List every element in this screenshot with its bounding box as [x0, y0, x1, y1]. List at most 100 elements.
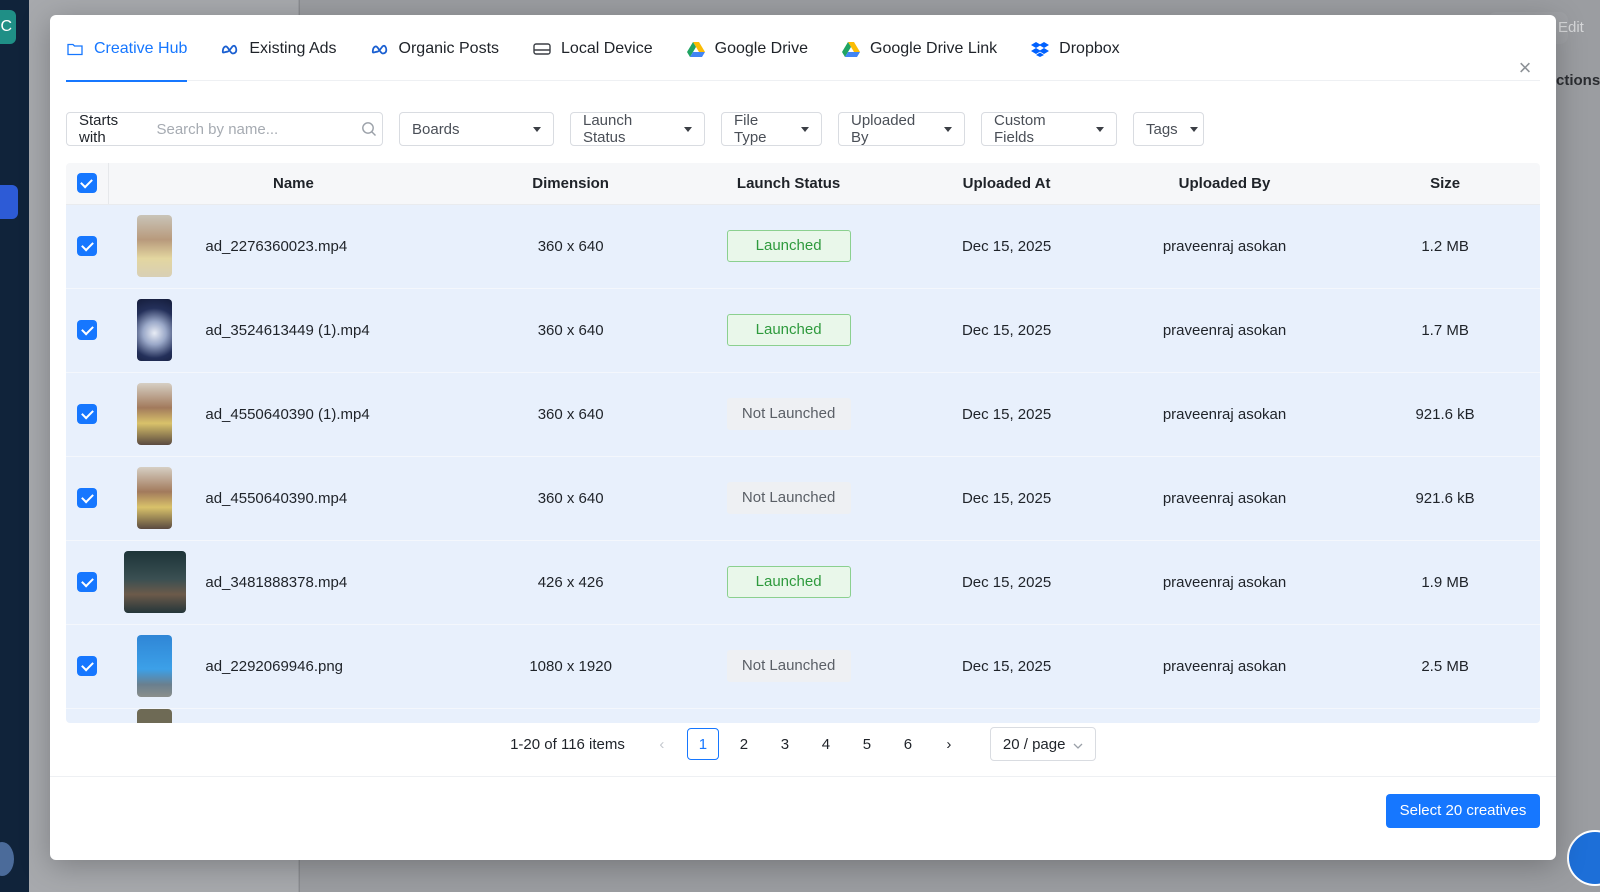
- header-checkbox-cell: [66, 163, 109, 205]
- filter-label: Tags: [1146, 120, 1178, 138]
- row-checkbox[interactable]: [77, 404, 98, 424]
- launch-status-filter[interactable]: Launch Status: [570, 112, 705, 146]
- file-type-filter[interactable]: File Type: [721, 112, 822, 146]
- tab-label: Existing Ads: [249, 39, 337, 57]
- tab-creative-hub[interactable]: Creative Hub: [66, 15, 188, 82]
- tab-google-drive-link[interactable]: Google Drive Link: [842, 15, 997, 81]
- creative-name: ad_2276360023.mp4: [201, 204, 479, 289]
- row-checkbox-cell: [66, 624, 109, 709]
- column-header-dimension: Dimension: [478, 163, 663, 205]
- search-icon[interactable]: [355, 121, 382, 137]
- app-logo: C: [0, 10, 16, 44]
- filter-label: Custom Fields: [994, 112, 1046, 146]
- page-button-2[interactable]: 2: [728, 728, 760, 760]
- tab-local-device[interactable]: Local Device: [533, 15, 653, 81]
- table-row[interactable]: ad_3524613449 (1).mp4 360 x 640 Launched…: [66, 288, 1540, 373]
- next-page-icon[interactable]: ›: [933, 728, 965, 760]
- google-drive-icon: [842, 40, 860, 58]
- creative-uploaded-at: Dec 15, 2025: [914, 288, 1099, 373]
- row-checkbox-cell: [66, 288, 109, 373]
- page-button-1[interactable]: 1: [686, 728, 719, 760]
- creative-uploaded-at: Dec 15, 2025: [914, 204, 1099, 289]
- modal-footer: Select 20 creatives: [50, 776, 1556, 860]
- tab-dropbox[interactable]: Dropbox: [1031, 15, 1120, 81]
- caret-down-icon: [1189, 126, 1198, 132]
- page-button-6[interactable]: 6: [892, 728, 924, 760]
- google-drive-icon: [686, 40, 705, 58]
- filter-label: File Type: [734, 112, 767, 146]
- row-checkbox[interactable]: [77, 572, 98, 592]
- table-row[interactable]: [66, 708, 1540, 723]
- row-checkbox[interactable]: [77, 236, 98, 256]
- search-input[interactable]: [156, 120, 356, 138]
- creative-dimension: 426 x 426: [478, 540, 663, 625]
- column-header-name: Name: [108, 163, 479, 205]
- meta-icon: [221, 40, 239, 58]
- table-row[interactable]: ad_2292069946.png 1080 x 1920 Not Launch…: [66, 624, 1540, 709]
- creative-uploaded-by: praveenraj asokan: [1098, 204, 1351, 289]
- status-badge: Not Launched: [726, 398, 851, 430]
- tab-google-drive[interactable]: Google Drive: [686, 15, 808, 81]
- filter-label: Launch Status: [583, 112, 633, 146]
- app-sidebar: C: [0, 0, 29, 892]
- status-badge: Launched: [726, 230, 851, 262]
- creative-size: 1.2 MB: [1350, 204, 1540, 289]
- boards-filter[interactable]: Boards: [399, 112, 554, 146]
- hard-drive-icon: [533, 40, 551, 58]
- uploaded-by-filter[interactable]: Uploaded By: [838, 112, 965, 146]
- page-size-select[interactable]: 20 / page: [989, 727, 1096, 761]
- tab-organic-posts[interactable]: Organic Posts: [371, 15, 499, 81]
- tab-label: Creative Hub: [94, 39, 188, 57]
- row-checkbox-cell: [66, 708, 109, 723]
- tab-existing-ads[interactable]: Existing Ads: [221, 15, 337, 81]
- column-header-size: Size: [1350, 163, 1540, 205]
- caret-down-icon: [533, 126, 541, 132]
- table-row[interactable]: ad_4550640390 (1).mp4 360 x 640 Not Laun…: [66, 372, 1540, 457]
- creative-uploaded-by: praveenraj asokan: [1098, 456, 1351, 541]
- page-button-4[interactable]: 4: [810, 728, 842, 760]
- custom-fields-filter[interactable]: Custom Fields: [981, 112, 1117, 146]
- thumbnail-cell: [108, 540, 202, 625]
- table-row[interactable]: ad_4550640390.mp4 360 x 640 Not Launched…: [66, 456, 1540, 541]
- tab-label: Google Drive Link: [870, 39, 998, 57]
- column-header-uploaded-at: Uploaded At: [914, 163, 1099, 205]
- creative-size: 1.7 MB: [1350, 288, 1540, 373]
- dropbox-icon: [1031, 40, 1050, 58]
- tab-label: Google Drive: [714, 39, 808, 57]
- creative-thumbnail: [137, 215, 173, 277]
- tab-label: Dropbox: [1059, 39, 1120, 57]
- table-row[interactable]: ad_2276360023.mp4 360 x 640 Launched Dec…: [66, 204, 1540, 289]
- creative-thumbnail: [137, 383, 173, 445]
- page-button-5[interactable]: 5: [851, 728, 883, 760]
- meta-icon: [371, 40, 389, 58]
- creative-uploaded-by: praveenraj asokan: [1098, 372, 1351, 457]
- row-checkbox[interactable]: [77, 488, 98, 508]
- row-checkbox[interactable]: [77, 320, 98, 340]
- status-badge: Launched: [726, 566, 851, 598]
- creative-thumbnail: [137, 708, 173, 723]
- creative-thumbnail: [137, 467, 173, 529]
- thumbnail-cell: [108, 204, 202, 289]
- launch-status-cell: Not Launched: [662, 372, 915, 457]
- background-edit-label: Edit: [1558, 19, 1584, 36]
- select-creatives-button[interactable]: Select 20 creatives: [1386, 794, 1540, 828]
- creative-uploaded-by: praveenraj asokan: [1098, 288, 1351, 373]
- select-all-checkbox[interactable]: [76, 173, 97, 194]
- creative-size: 921.6 kB: [1350, 456, 1540, 541]
- table-row[interactable]: ad_3481888378.mp4 426 x 426 Launched Dec…: [66, 540, 1540, 625]
- caret-down-icon: [684, 126, 692, 132]
- search-prefix[interactable]: Starts with: [67, 112, 156, 146]
- caret-down-icon: [801, 126, 809, 132]
- tab-label: Organic Posts: [398, 39, 500, 57]
- row-checkbox[interactable]: [77, 656, 98, 676]
- page-button-3[interactable]: 3: [769, 728, 801, 760]
- page-size-label: 20 / page: [1002, 735, 1066, 753]
- thumbnail-cell: [108, 288, 202, 373]
- tags-filter[interactable]: Tags: [1133, 112, 1204, 146]
- close-icon[interactable]: ×: [1516, 57, 1534, 79]
- creative-uploaded-by: praveenraj asokan: [1098, 624, 1351, 709]
- tab-label: Local Device: [561, 39, 653, 57]
- creative-thumbnail: [137, 635, 173, 697]
- launch-status-cell: Launched: [662, 204, 915, 289]
- prev-page-icon[interactable]: ‹: [646, 728, 678, 760]
